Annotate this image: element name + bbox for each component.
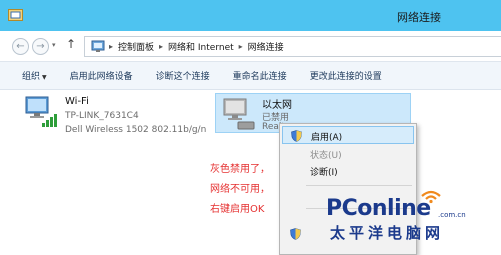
menu-item-status-label: 状态(U) bbox=[310, 151, 342, 161]
up-button[interactable]: ↑ bbox=[66, 37, 76, 51]
watermark-logo: PConline bbox=[326, 196, 431, 221]
wifi-adapter-icon bbox=[25, 96, 57, 127]
command-toolbar: 组织 ▼ 启用此网络设备 诊断这个连接 重命名此连接 更改此连接的设置 bbox=[0, 62, 501, 90]
breadcrumb-network-internet[interactable]: 网络和 Internet bbox=[168, 40, 234, 53]
breadcrumb-separator[interactable]: ▸ bbox=[159, 42, 163, 51]
menu-item-enable-label: 启用(A) bbox=[311, 133, 343, 143]
menu-item-enable[interactable]: 启用(A) bbox=[282, 126, 414, 144]
watermark-domain: .com.cn bbox=[438, 211, 466, 219]
ethernet-name: 以太网 bbox=[262, 100, 292, 111]
breadcrumb: ▸ 控制面板 ▸ 网络和 Internet ▸ 网络连接 bbox=[109, 40, 284, 53]
chevron-down-icon: ▼ bbox=[42, 74, 47, 81]
address-bar: ← → ▾ ↑ ▸ 控制面板 ▸ 网络和 Internet ▸ 网络连接 bbox=[0, 31, 501, 62]
organize-label: 组织 bbox=[22, 72, 41, 82]
diagnose-button[interactable]: 诊断这个连接 bbox=[156, 69, 210, 82]
change-settings-button[interactable]: 更改此连接的设置 bbox=[310, 69, 382, 82]
menu-item-status: 状态(U) bbox=[282, 145, 414, 163]
annotation-line: 右键启用OK bbox=[210, 204, 265, 215]
title-bar: 网络连接 bbox=[0, 0, 501, 31]
address-input[interactable]: ▸ 控制面板 ▸ 网络和 Internet ▸ 网络连接 bbox=[84, 36, 501, 57]
menu-item-diagnose[interactable]: 诊断(I) bbox=[282, 162, 414, 180]
annotation-line: 网络不可用， bbox=[210, 184, 270, 195]
control-panel-icon bbox=[91, 40, 105, 52]
menu-separator bbox=[306, 185, 412, 186]
enable-device-button[interactable]: 启用此网络设备 bbox=[70, 69, 133, 82]
wifi-name: Wi-Fi bbox=[65, 96, 89, 107]
uac-shield-icon bbox=[290, 228, 301, 240]
wifi-device: Dell Wireless 1502 802.11b/g/n bbox=[65, 125, 207, 135]
watermark-chinese: 太平洋电脑网 bbox=[330, 224, 445, 242]
annotation-line: 灰色禁用了， bbox=[210, 164, 270, 175]
network-folder-icon[interactable] bbox=[8, 8, 23, 21]
ethernet-adapter-icon bbox=[223, 98, 255, 130]
breadcrumb-separator[interactable]: ▸ bbox=[239, 42, 243, 51]
menu-item-diagnose-label: 诊断(I) bbox=[310, 168, 338, 178]
annotation-note: 灰色禁用了， 网络不可用， 右键启用OK bbox=[210, 160, 270, 220]
forward-button[interactable]: → bbox=[32, 38, 49, 55]
breadcrumb-separator[interactable]: ▸ bbox=[109, 42, 113, 51]
history-dropdown-icon[interactable]: ▾ bbox=[52, 41, 56, 49]
breadcrumb-control-panel[interactable]: 控制面板 bbox=[118, 40, 154, 53]
pconline-watermark: PConline .com.cn 太平洋电脑网 bbox=[326, 190, 498, 254]
adapter-wifi[interactable]: Wi-Fi TP-LINK_7631C4 Dell Wireless 1502 … bbox=[22, 93, 222, 141]
window-title: 网络连接 bbox=[397, 11, 441, 24]
breadcrumb-network-connections[interactable]: 网络连接 bbox=[248, 40, 284, 53]
wifi-ssid: TP-LINK_7631C4 bbox=[65, 111, 139, 121]
uac-shield-icon bbox=[291, 130, 302, 142]
back-button[interactable]: ← bbox=[12, 38, 29, 55]
rename-button[interactable]: 重命名此连接 bbox=[233, 69, 287, 82]
organize-menu[interactable]: 组织 ▼ bbox=[22, 69, 47, 82]
